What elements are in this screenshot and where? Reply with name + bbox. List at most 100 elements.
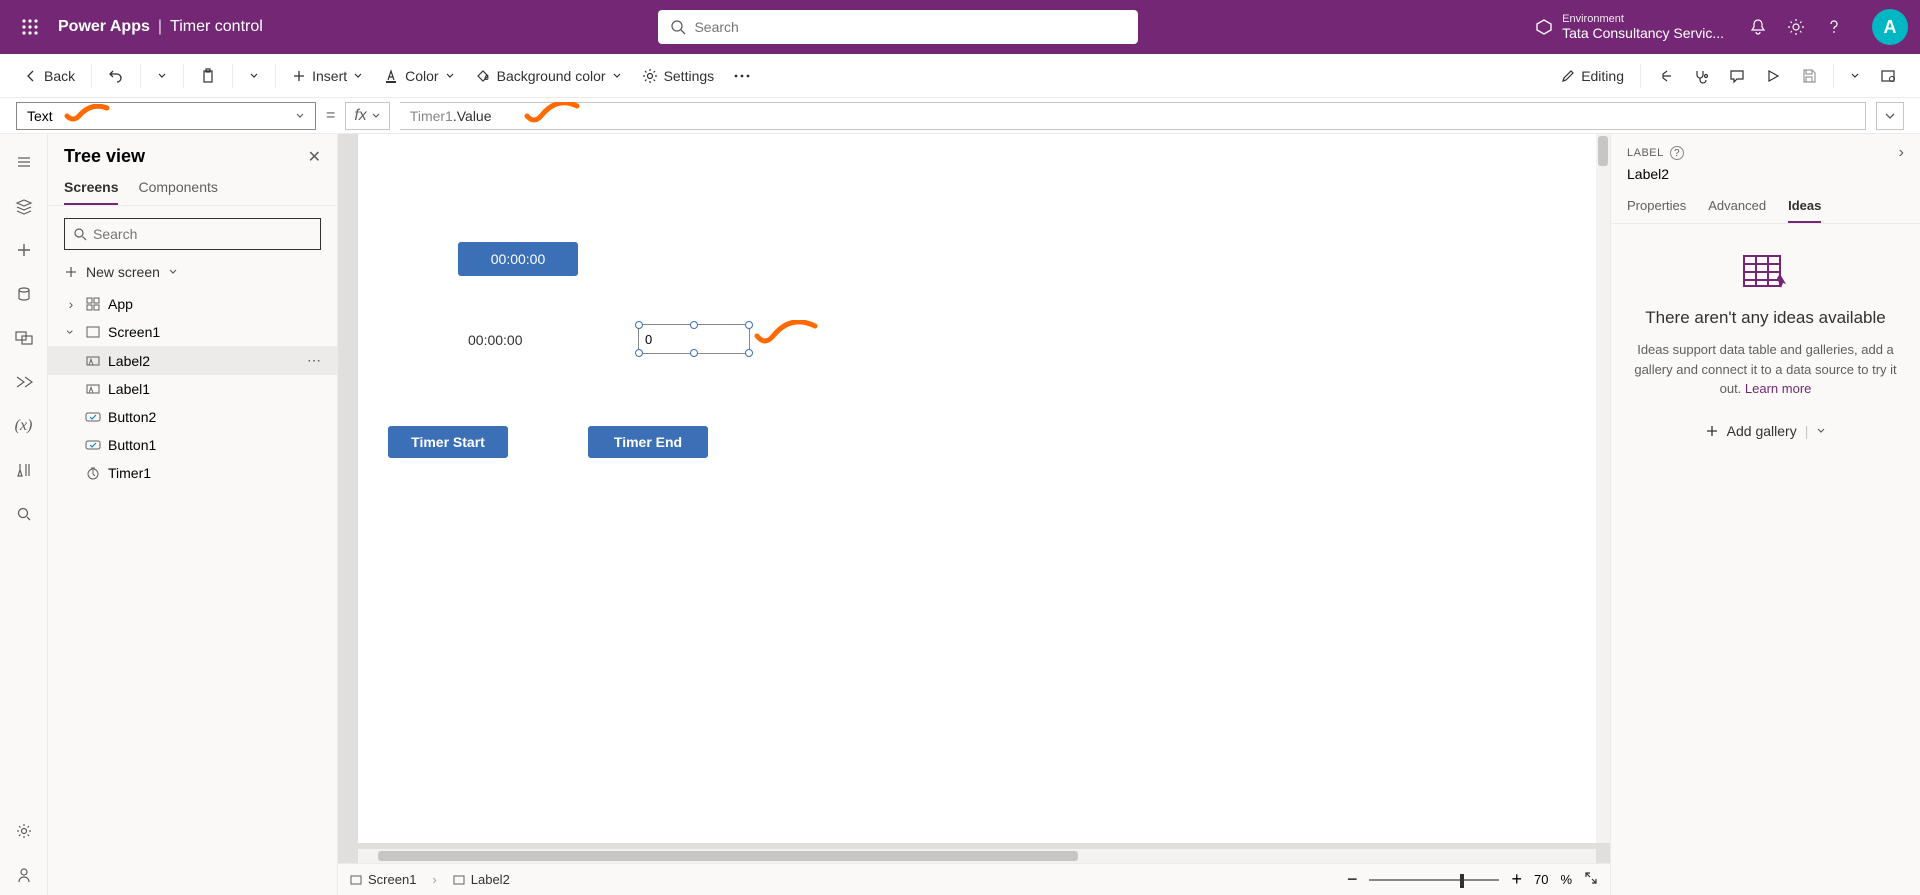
app-name[interactable]: Power Apps: [58, 18, 150, 36]
comments-button[interactable]: [1721, 64, 1753, 88]
back-button[interactable]: Back: [16, 64, 83, 88]
tree-close-button[interactable]: ✕: [308, 147, 321, 167]
env-name: Tata Consultancy Servic...: [1562, 25, 1724, 41]
database-icon: [16, 286, 32, 302]
formula-input[interactable]: Timer1.Value: [400, 102, 1866, 130]
canvas-button-start[interactable]: Timer Start: [388, 426, 508, 458]
resize-handle[interactable]: [635, 321, 643, 329]
layers-icon: [15, 197, 33, 215]
preview-button[interactable]: [1757, 64, 1789, 88]
more-icon[interactable]: ⋯: [307, 352, 329, 369]
paste-button[interactable]: [192, 64, 224, 88]
save-button[interactable]: [1793, 64, 1825, 88]
tab-components[interactable]: Components: [138, 171, 217, 205]
canvas-page[interactable]: 00:00:00 00:00:00 0 Timer Start Timer En…: [358, 134, 1610, 843]
breadcrumb-label[interactable]: Label2: [453, 872, 510, 887]
notifications-icon[interactable]: [1748, 17, 1768, 37]
rail-treeview[interactable]: [4, 186, 44, 226]
color-button[interactable]: Color: [375, 64, 462, 88]
save-chevron[interactable]: [1842, 67, 1868, 85]
rail-data[interactable]: [4, 274, 44, 314]
help-icon[interactable]: ?: [1670, 146, 1684, 160]
canvas-timer-control[interactable]: 00:00:00: [458, 242, 578, 276]
learn-more-link[interactable]: Learn more: [1745, 381, 1811, 396]
add-gallery-button[interactable]: Add gallery |: [1631, 423, 1900, 439]
rail-hamburger[interactable]: [4, 142, 44, 182]
tab-screens[interactable]: Screens: [64, 171, 118, 205]
tree-node-label1[interactable]: Label1: [48, 375, 337, 403]
vertical-scrollbar[interactable]: [1596, 134, 1610, 843]
tree-node-timer1[interactable]: Timer1: [48, 459, 337, 487]
resize-handle[interactable]: [745, 321, 753, 329]
rail-variables[interactable]: (x): [4, 406, 44, 446]
resize-handle[interactable]: [745, 349, 753, 357]
panel-chevron[interactable]: ›: [1899, 144, 1904, 162]
tree-node-app[interactable]: › App: [48, 290, 337, 318]
zoom-thumb[interactable]: [1460, 874, 1464, 888]
insert-button[interactable]: Insert: [284, 64, 371, 88]
zoom-slider[interactable]: [1369, 879, 1499, 881]
undo-button[interactable]: [100, 64, 132, 88]
scrollbar-thumb[interactable]: [1598, 136, 1608, 166]
paste-chevron[interactable]: [241, 67, 267, 85]
more-icon: [734, 74, 750, 78]
chevron-down-icon: [445, 71, 455, 81]
zoom-in-button[interactable]: +: [1511, 869, 1522, 890]
rail-media[interactable]: [4, 318, 44, 358]
canvas-label1[interactable]: 00:00:00: [468, 332, 523, 348]
resize-handle[interactable]: [690, 321, 698, 329]
resize-handle[interactable]: [635, 349, 643, 357]
tab-advanced[interactable]: Advanced: [1708, 190, 1766, 223]
property-selector[interactable]: Text: [16, 102, 316, 130]
fx-button[interactable]: fx: [345, 102, 389, 130]
canvas-label2-selected[interactable]: 0: [638, 324, 750, 354]
global-search[interactable]: [658, 10, 1138, 44]
chevron-down-icon: [1850, 71, 1860, 81]
search-input[interactable]: [694, 19, 1126, 35]
formula-expand[interactable]: [1876, 102, 1904, 130]
checker-button[interactable]: [1685, 64, 1717, 88]
settings-button[interactable]: Settings: [634, 64, 723, 88]
editing-mode[interactable]: Editing: [1553, 64, 1632, 88]
rail-virtual-agent[interactable]: [4, 855, 44, 895]
undo-chevron[interactable]: [149, 67, 175, 85]
horizontal-scrollbar[interactable]: [358, 849, 1596, 863]
publish-button[interactable]: [1872, 64, 1904, 88]
tab-ideas[interactable]: Ideas: [1788, 190, 1821, 223]
more-button[interactable]: [726, 70, 758, 82]
rail-tools[interactable]: [4, 450, 44, 490]
zoom-out-button[interactable]: −: [1347, 869, 1358, 890]
share-button[interactable]: [1649, 64, 1681, 88]
help-icon[interactable]: [1824, 17, 1844, 37]
tree-node-screen1[interactable]: › Screen1: [48, 318, 337, 346]
tree-node-button2[interactable]: Button2: [48, 403, 337, 431]
crumb-label: Screen1: [368, 872, 416, 887]
tree-search[interactable]: [64, 218, 321, 250]
settings-gear-icon[interactable]: [1786, 17, 1806, 37]
chevron-down-icon: [612, 71, 622, 81]
waffle-icon[interactable]: [12, 9, 48, 45]
rail-insert[interactable]: [4, 230, 44, 270]
tree-search-input[interactable]: [93, 226, 312, 242]
tree-node-label2[interactable]: Label2 ⋯: [48, 346, 337, 375]
fit-to-window-button[interactable]: [1584, 871, 1598, 888]
plus-icon: [1705, 424, 1719, 438]
chevron-down-icon: ›: [63, 325, 79, 339]
user-avatar[interactable]: A: [1872, 9, 1908, 45]
new-screen-button[interactable]: New screen: [48, 258, 337, 286]
rail-search[interactable]: [4, 494, 44, 534]
rail-powerfx[interactable]: [4, 362, 44, 402]
environment-picker[interactable]: Environment Tata Consultancy Servic...: [1534, 13, 1724, 41]
tree-node-button1[interactable]: Button1: [48, 431, 337, 459]
control-name[interactable]: Label2: [1611, 166, 1920, 190]
publish-icon: [1880, 68, 1896, 84]
canvas-button-end[interactable]: Timer End: [588, 426, 708, 458]
breadcrumb-screen[interactable]: Screen1: [350, 872, 416, 887]
tab-properties[interactable]: Properties: [1627, 190, 1686, 223]
bgcolor-button[interactable]: Background color: [467, 64, 630, 88]
rail-settings[interactable]: [4, 811, 44, 851]
resize-handle[interactable]: [690, 349, 698, 357]
screen-icon: [350, 874, 362, 886]
chevron-down-icon: [295, 111, 305, 121]
scrollbar-thumb[interactable]: [378, 851, 1078, 861]
